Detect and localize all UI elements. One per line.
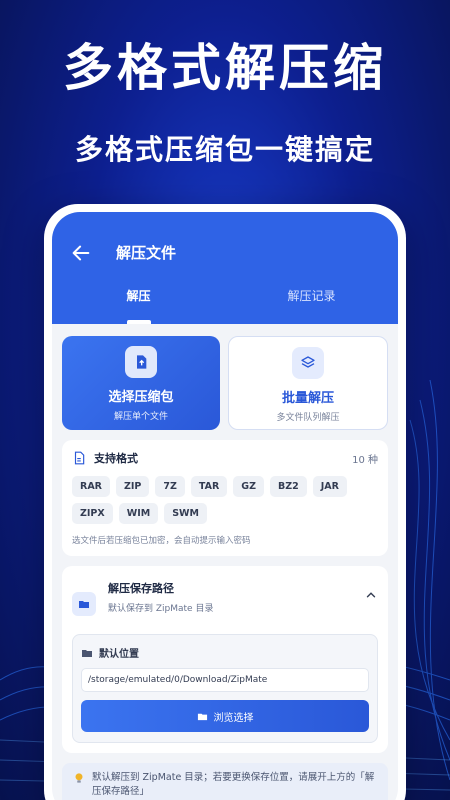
tab-bar: 解压 解压记录 [52,276,398,324]
tab-extract[interactable]: 解压 [52,276,225,324]
formats-note: 选文件后若压缩包已加密，会自动提示输入密码 [72,536,251,546]
default-location-box: 默认位置 /storage/emulated/0/Download/ZipMat… [72,634,378,743]
app-screen: 解压文件 解压 解压记录 选择压缩包 解压单个文件 批量解压 多文件队列解压 支… [52,212,398,800]
save-path-field[interactable]: /storage/emulated/0/Download/ZipMate [81,668,369,692]
select-archive-title: 选择压缩包 [108,390,174,405]
format-chip: RAR [72,476,110,497]
batch-extract-subtitle: 多文件队列解压 [276,413,340,423]
format-chip: SWM [164,503,207,524]
lightbulb-icon [75,773,83,783]
formats-title: 支持格式 [94,452,138,465]
phone-frame: 解压文件 解压 解压记录 选择压缩包 解压单个文件 批量解压 多文件队列解压 支… [44,204,406,800]
page-title: 解压文件 [116,244,177,262]
promo-subhead: 多格式压缩包一键搞定 [74,133,375,166]
batch-extract-card[interactable]: 批量解压 多文件队列解压 [228,336,388,430]
select-archive-subtitle: 解压单个文件 [113,412,168,422]
folder-icon [72,592,96,616]
default-location-label: 默认位置 [99,649,139,660]
format-chip: BZ2 [269,476,307,497]
tip-banner: 默认解压到 ZipMate 目录；若要更换保存位置，请展开上方的「解压保存路径」 [62,763,388,800]
back-arrow-icon[interactable] [70,242,92,264]
format-chip-list: RAR ZIP 7Z TAR GZ BZ2 JAR ZIPX WIM SWM [72,476,378,524]
folder-open-icon [82,649,92,657]
save-path-subtitle: 默认保存到 ZipMate 目录 [108,604,214,614]
document-icon [74,451,85,465]
app-bar: 解压文件 解压 解压记录 [52,212,398,324]
supported-formats-panel: 支持格式 10 种 RAR ZIP 7Z TAR GZ BZ2 JAR ZIPX… [62,440,388,556]
save-path-header[interactable]: 解压保存路径 默认保存到 ZipMate 目录 [72,580,378,616]
select-archive-card[interactable]: 选择压缩包 解压单个文件 [62,336,220,430]
format-chip: GZ [233,476,264,497]
format-chip: ZIPX [72,503,113,524]
format-chip: JAR [312,476,347,497]
tip-text: 默认解压到 ZipMate 目录；若要更换保存位置，请展开上方的「解压保存路径」 [92,772,375,798]
format-chip: WIM [118,503,159,524]
format-chip: TAR [190,476,228,497]
tab-extract-history[interactable]: 解压记录 [225,276,398,324]
chevron-up-icon[interactable] [364,588,378,602]
folder-open-icon [197,713,207,720]
formats-count: 10 种 [352,454,378,466]
browse-button-label: 浏览选择 [213,712,254,724]
promo-headline: 多格式解压缩 [63,39,387,97]
file-upload-icon [125,346,157,378]
save-path-panel: 解压保存路径 默认保存到 ZipMate 目录 默认位置 /storage/em… [62,566,388,753]
browse-button[interactable]: 浏览选择 [81,700,369,732]
format-chip: ZIP [115,476,150,497]
action-cards: 选择压缩包 解压单个文件 批量解压 多文件队列解压 [52,324,398,430]
batch-extract-title: 批量解压 [281,391,334,406]
format-chip: 7Z [155,476,185,497]
layers-icon [292,347,324,379]
save-path-title: 解压保存路径 [108,582,174,595]
